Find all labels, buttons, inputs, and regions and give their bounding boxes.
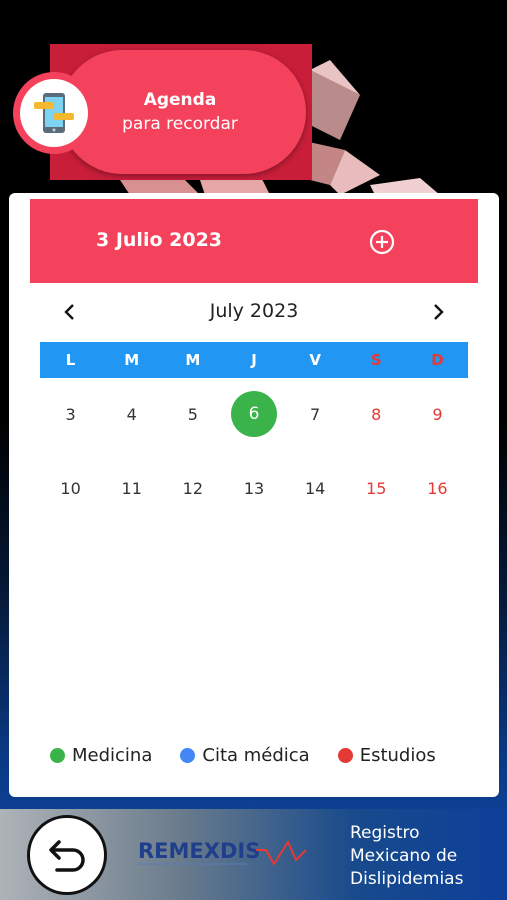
weekday-label: M: [185, 351, 201, 369]
remexdis-logo: REMEXDIS: [138, 839, 307, 866]
weekday-label-weekend: D: [431, 351, 444, 369]
calendar-day[interactable]: 5: [162, 391, 223, 437]
phone-chat-icon: [34, 93, 74, 133]
legend-label: Estudios: [359, 744, 436, 766]
registro-line: Dislipidemias: [350, 869, 464, 889]
month-label: July 2023: [209, 300, 299, 322]
back-button[interactable]: [27, 815, 107, 895]
agenda-header-pill: [60, 50, 306, 174]
header-title: Agenda: [143, 90, 217, 110]
weekday-label: V: [309, 351, 321, 369]
add-event-button[interactable]: [369, 229, 395, 255]
previous-month-button[interactable]: [60, 300, 80, 324]
calendar-day[interactable]: 14: [285, 465, 346, 511]
calendar-day-weekend[interactable]: 16: [407, 465, 468, 511]
plus-circle-icon: [369, 229, 395, 255]
weekday-label-weekend: S: [370, 351, 382, 369]
legend-item-medicina: Medicina: [50, 745, 152, 766]
calendar-day-weekend[interactable]: 9: [407, 391, 468, 437]
calendar-day[interactable]: 4: [101, 391, 162, 437]
weekday-label: L: [65, 351, 76, 369]
header-subtitle: para recordar: [122, 114, 238, 134]
logo-text: REMEXDIS: [138, 839, 260, 863]
next-month-button[interactable]: [428, 300, 448, 324]
legend-dot-red-icon: [337, 747, 353, 763]
calendar-day-today[interactable]: 6: [223, 391, 284, 437]
calendar-day[interactable]: 7: [285, 391, 346, 437]
weekday-label: M: [124, 351, 140, 369]
legend-label: Cita médica: [202, 744, 310, 766]
legend-dot-blue-icon: [180, 747, 196, 763]
agenda-icon-badge: [20, 79, 88, 147]
legend-item-cita: Cita médica: [180, 744, 310, 766]
calendar-day[interactable]: 13: [223, 465, 284, 511]
registro-line: Mexicano de: [350, 846, 458, 866]
calendar-week: 3 4 5 6 7 8 9: [40, 391, 468, 437]
legend-item-estudios: Estudios: [337, 744, 436, 766]
calendar-day[interactable]: 11: [101, 465, 162, 511]
month-navigation: July 2023: [40, 296, 468, 328]
calendar-day-weekend[interactable]: 15: [346, 465, 407, 511]
chevron-left-icon: [64, 304, 74, 320]
calendar-day[interactable]: 10: [40, 465, 101, 511]
undo-arrow-icon: [49, 840, 85, 872]
registro-line: Registro: [350, 823, 420, 843]
event-legend: Medicina Cita médica Estudios: [50, 742, 470, 768]
legend-dot-green-icon: [50, 747, 65, 763]
calendar-week: 10 11 12 13 14 15 16: [40, 465, 468, 511]
calendar-day-weekend[interactable]: 8: [346, 391, 407, 437]
weekday-label: J: [251, 351, 257, 369]
legend-label: Medicina: [72, 744, 153, 766]
registro-text: Registro Mexicano de Dislipidemias: [350, 822, 500, 891]
calendar-day[interactable]: 12: [162, 465, 223, 511]
calendar-day[interactable]: 3: [40, 391, 101, 437]
selected-date: 3 Julio 2023: [96, 229, 223, 251]
chevron-right-icon: [434, 304, 444, 320]
today-marker: 6: [230, 391, 277, 437]
weekday-header: L M M J V S D: [40, 342, 468, 378]
